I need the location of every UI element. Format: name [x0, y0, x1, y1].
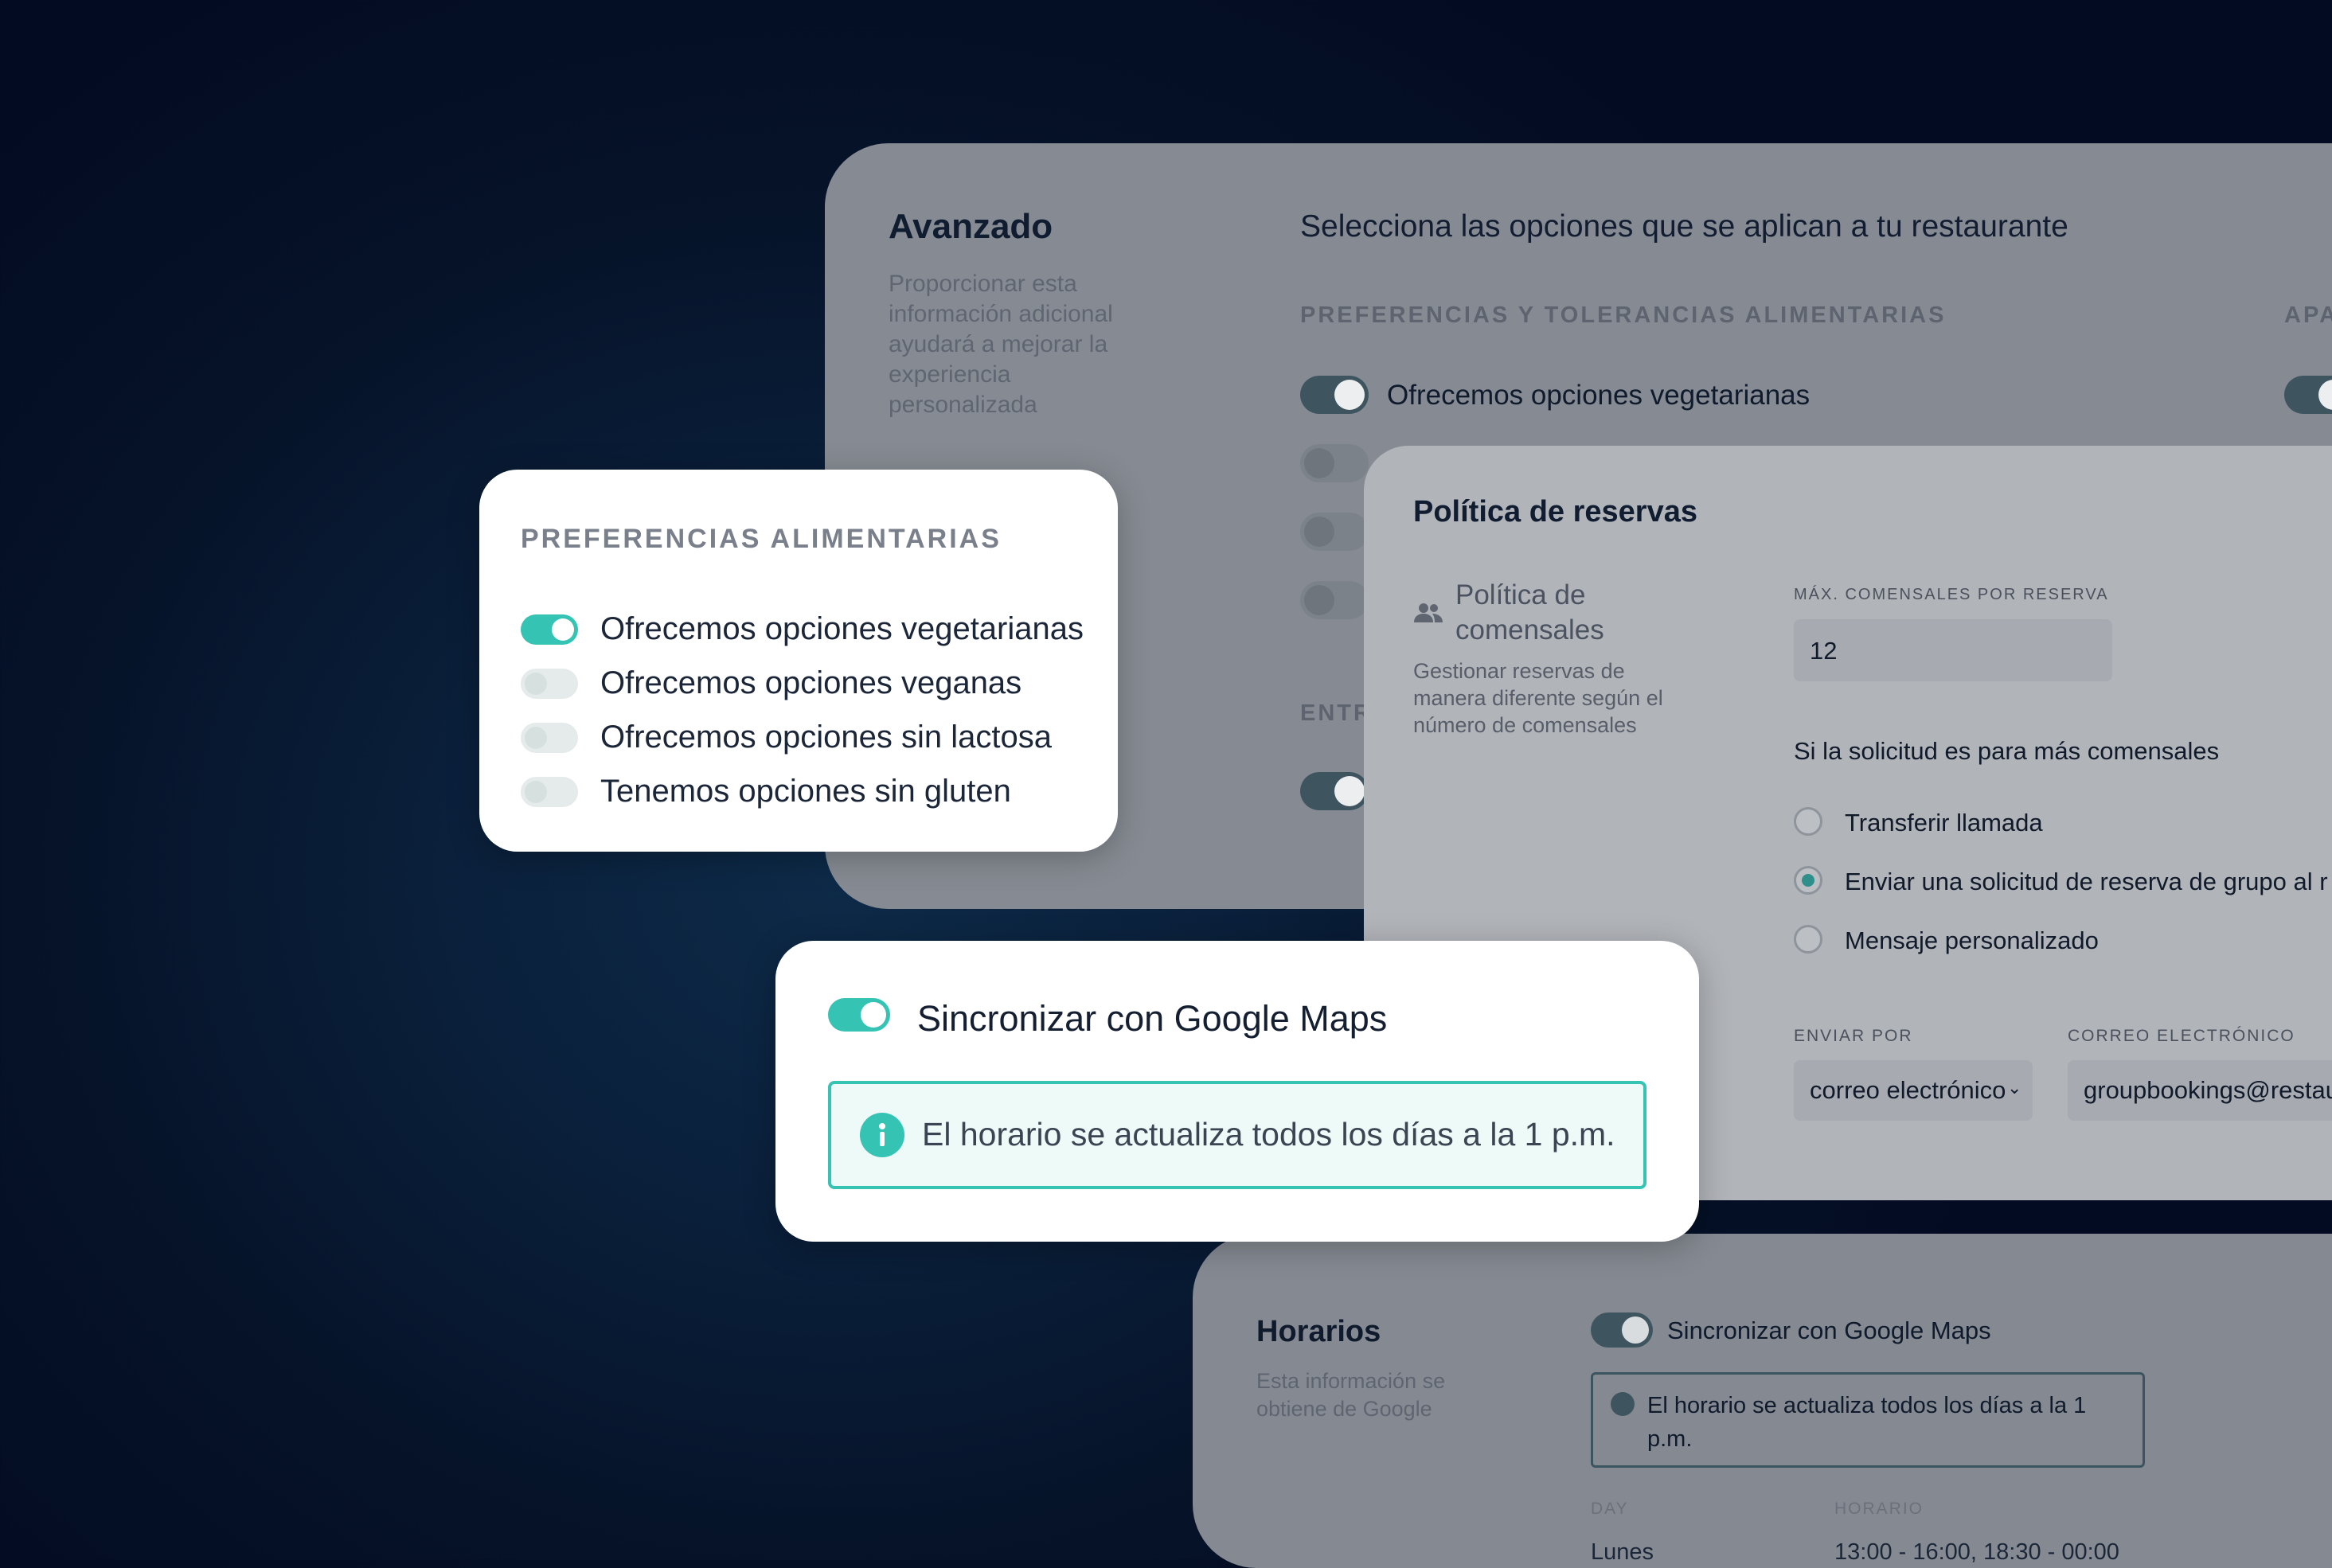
hours-col-day: DAY: [1591, 1500, 1629, 1518]
google-sync-toggle[interactable]: [828, 998, 890, 1032]
advanced-prompt: Selecciona las opciones que se aplican a…: [1300, 209, 2068, 244]
hours-description: Esta información se obtiene de Google: [1256, 1369, 1446, 1421]
lactose-toggle-dim[interactable]: [1300, 513, 1369, 551]
pref-lactose-label: Ofrecemos opciones sin lactosa: [600, 720, 1052, 755]
radio-custom-message[interactable]: [1794, 925, 1822, 954]
email-input[interactable]: groupbookings@restau: [2068, 1060, 2332, 1121]
more-diners-label: Si la solicitud es para más comensales: [1794, 737, 2220, 765]
dietary-section-header: PREFERENCIAS Y TOLERANCIAS ALIMENTARIAS: [1300, 302, 1947, 328]
hours-title: Horarios: [1256, 1315, 1381, 1348]
right-toggle[interactable]: [2284, 376, 2332, 414]
radio-transfer-call[interactable]: [1794, 807, 1822, 836]
gluten-toggle-front[interactable]: [521, 777, 578, 807]
right-section-header: APA: [2284, 302, 2332, 328]
hours-col-hours: HORARIO: [1834, 1500, 1924, 1518]
info-icon: [1611, 1392, 1635, 1416]
vegan-toggle-dim[interactable]: [1300, 444, 1369, 482]
entr-toggle[interactable]: [1300, 772, 1369, 810]
email-value: groupbookings@restau: [2084, 1076, 2332, 1104]
vegetarian-label: Ofrecemos opciones vegetarianas: [1387, 380, 1811, 411]
vegetarian-toggle-front[interactable]: [521, 614, 578, 645]
max-diners-label: MÁX. COMENSALES POR RESERVA: [1794, 586, 2109, 603]
hours-row-day: Lunes: [1591, 1539, 1654, 1565]
pref-vegetarian-label: Ofrecemos opciones vegetarianas: [600, 611, 1084, 646]
send-by-label: ENVIAR POR: [1794, 1027, 1913, 1045]
dietary-card-title: PREFERENCIAS ALIMENTARIAS: [521, 524, 1002, 554]
diners-policy-title: Política de comensales: [1455, 579, 1604, 646]
google-sync-info-box: El horario se actualiza todos los días a…: [828, 1081, 1646, 1189]
google-sync-label: Sincronizar con Google Maps: [917, 998, 1388, 1039]
vegan-toggle-front[interactable]: [521, 669, 578, 699]
email-label: CORREO ELECTRÓNICO: [2068, 1027, 2295, 1045]
advanced-title: Avanzado: [889, 207, 1053, 246]
google-sync-card: Sincronizar con Google Maps El horario s…: [775, 941, 1699, 1242]
chevron-down-icon: ⌄: [2007, 1078, 2022, 1098]
send-by-value: correo electrónico: [1810, 1076, 2006, 1104]
pref-gluten-label: Tenemos opciones sin gluten: [600, 774, 1011, 809]
send-by-select[interactable]: correo electrónico ⌄: [1794, 1060, 2033, 1121]
diners-policy-desc: Gestionar reservas de manera diferente s…: [1413, 659, 1663, 737]
radio-group-request[interactable]: [1794, 866, 1822, 895]
hours-sync-toggle[interactable]: [1591, 1313, 1653, 1348]
gluten-toggle-dim[interactable]: [1300, 581, 1369, 619]
booking-policy-title: Política de reservas: [1413, 495, 1697, 529]
info-icon: [860, 1113, 904, 1157]
people-icon: [1413, 602, 1443, 624]
max-diners-value: 12: [1810, 637, 1838, 665]
hours-sync-label: Sincronizar con Google Maps: [1667, 1316, 1991, 1344]
option-custom-message: Mensaje personalizado: [1845, 926, 2099, 954]
hours-row-hours: 13:00 - 16:00, 18:30 - 00:00: [1834, 1539, 2119, 1565]
hours-info-box: El horario se actualiza todos los días a…: [1591, 1372, 2145, 1468]
hours-info-text: El horario se actualiza todos los días a…: [1647, 1393, 2087, 1452]
advanced-description: Proporcionar esta información adicional …: [889, 271, 1113, 418]
vegetarian-toggle[interactable]: [1300, 376, 1369, 414]
max-diners-input[interactable]: 12: [1794, 619, 2112, 681]
hours-panel: Horarios Esta información se obtiene de …: [1193, 1234, 2332, 1568]
entr-section-header: ENTR: [1300, 700, 1373, 726]
option-transfer-call: Transferir llamada: [1845, 809, 2043, 837]
lactose-toggle-front[interactable]: [521, 723, 578, 753]
option-group-request: Enviar una solicitud de reserva de grupo…: [1845, 868, 2328, 895]
pref-vegan-label: Ofrecemos opciones veganas: [600, 665, 1022, 700]
google-sync-info-text: El horario se actualiza todos los días a…: [922, 1116, 1615, 1153]
dietary-preferences-card: PREFERENCIAS ALIMENTARIAS Ofrecemos opci…: [479, 470, 1118, 852]
